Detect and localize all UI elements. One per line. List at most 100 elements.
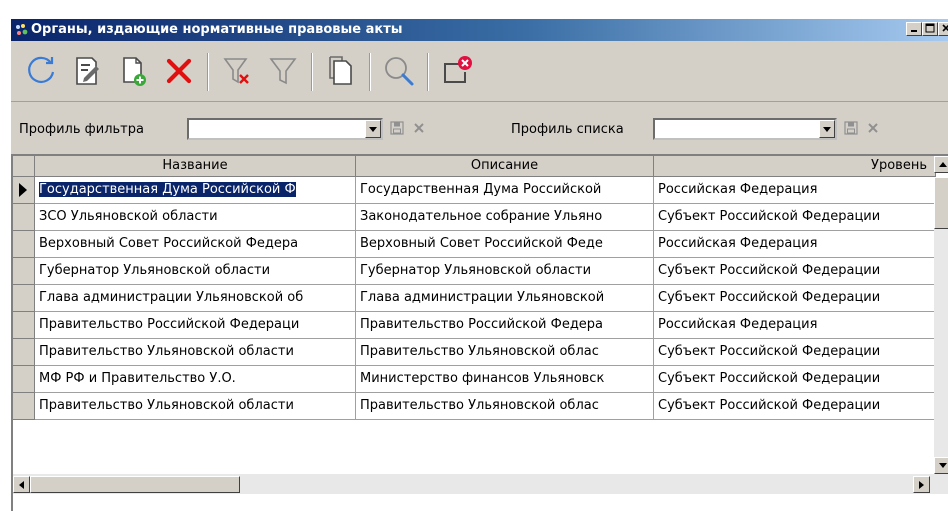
cell-name[interactable]: МФ РФ и Правительство У.О. xyxy=(35,366,356,393)
table-row[interactable]: Правительство Российской Федераци Правите… xyxy=(13,312,948,339)
refresh-button[interactable] xyxy=(19,49,63,93)
cell-description[interactable]: Законодательное собрание Ульяно xyxy=(356,204,654,231)
arrow-right-icon xyxy=(919,480,924,489)
row-indicator[interactable] xyxy=(13,393,35,420)
cell-level[interactable]: Субъект Российской Федерации xyxy=(654,366,936,393)
vertical-scroll-thumb[interactable] xyxy=(934,177,948,229)
row-indicator[interactable] xyxy=(13,258,35,285)
edit-button[interactable] xyxy=(65,49,109,93)
table-row[interactable]: Губернатор Ульяновской области Губернатор… xyxy=(13,258,948,285)
cell-text: Правительство Российской Федера xyxy=(360,317,604,332)
cell-text: Губернатор Ульяновской области xyxy=(39,263,271,278)
clear-filter-button[interactable] xyxy=(215,49,259,93)
search-icon xyxy=(385,57,414,86)
cell-description[interactable]: Глава администрации Ульяновской xyxy=(356,285,654,312)
new-document-button[interactable] xyxy=(111,49,155,93)
maximize-button[interactable] xyxy=(922,22,938,36)
edit-icon xyxy=(76,57,99,85)
title-bar[interactable]: Органы, издающие нормативные правовые ак… xyxy=(11,19,948,41)
cell-description[interactable]: Губернатор Ульяновской области xyxy=(356,258,654,285)
cell-name[interactable]: Верховный Совет Российской Федера xyxy=(35,231,356,258)
cell-name[interactable]: Правительство Ульяновской области xyxy=(35,339,356,366)
cell-name[interactable]: Правительство Ульяновской области xyxy=(35,393,356,420)
filter-bar: Профиль фильтра Профиль списка xyxy=(11,111,948,147)
copy-button[interactable] xyxy=(319,49,363,93)
main-window: Органы, издающие нормативные правовые ак… xyxy=(10,18,948,511)
toolbar xyxy=(11,43,948,102)
cell-description[interactable]: Правительство Ульяновской облас xyxy=(356,339,654,366)
search-button[interactable] xyxy=(377,49,421,93)
cell-text: МФ РФ и Правительство У.О. xyxy=(39,371,236,386)
cell-description[interactable]: Министерство финансов Ульяновск xyxy=(356,366,654,393)
cell-text: Субъект Российской Федерации xyxy=(658,344,881,359)
cell-name[interactable]: ЗСО Ульяновской области xyxy=(35,204,356,231)
arrow-left-icon xyxy=(19,480,24,489)
cell-name[interactable]: Губернатор Ульяновской области xyxy=(35,258,356,285)
table-row[interactable]: Государственная Дума Российской Ф Государ… xyxy=(13,177,948,204)
row-indicator[interactable] xyxy=(13,339,35,366)
row-indicator[interactable] xyxy=(13,366,35,393)
vertical-scrollbar[interactable] xyxy=(934,156,948,474)
cell-name[interactable]: Государственная Дума Российской Ф xyxy=(35,177,356,204)
table-row[interactable]: МФ РФ и Правительство У.О. Министерство ф… xyxy=(13,366,948,393)
cell-text: Государственная Дума Российской Ф xyxy=(39,182,296,197)
cell-name[interactable]: Правительство Российской Федераци xyxy=(35,312,356,339)
close-window-button[interactable] xyxy=(435,49,479,93)
minimize-button[interactable] xyxy=(906,22,922,36)
table-row[interactable]: Правительство Ульяновской области Правите… xyxy=(13,393,948,420)
column-header-level[interactable]: Уровень xyxy=(654,156,936,177)
cell-description[interactable]: Правительство Российской Федера xyxy=(356,312,654,339)
cell-level[interactable]: Субъект Российской Федерации xyxy=(654,258,936,285)
data-grid: Название Описание Уровень Государственна… xyxy=(11,154,948,511)
close-button[interactable] xyxy=(938,22,948,36)
cell-text: Глава администрации Ульяновской xyxy=(360,290,605,305)
list-profile-combo[interactable] xyxy=(653,118,837,140)
scroll-up-button[interactable] xyxy=(934,156,948,173)
cell-text: Правительство Ульяновской области xyxy=(39,344,294,359)
save-icon xyxy=(390,121,404,135)
filter-button[interactable] xyxy=(261,49,305,93)
row-indicator[interactable] xyxy=(13,285,35,312)
cell-description[interactable]: Правительство Ульяновской облас xyxy=(356,393,654,420)
filter-profile-dropdown-button[interactable] xyxy=(365,120,381,138)
column-header-description[interactable]: Описание xyxy=(356,156,654,177)
scroll-left-button[interactable] xyxy=(13,476,30,493)
cell-name[interactable]: Глава администрации Ульяновской об xyxy=(35,285,356,312)
save-list-profile-button[interactable] xyxy=(843,120,859,136)
cell-description[interactable]: Государственная Дума Российской xyxy=(356,177,654,204)
scroll-down-button[interactable] xyxy=(934,457,948,474)
horizontal-scrollbar[interactable] xyxy=(13,474,948,494)
row-indicator[interactable] xyxy=(13,312,35,339)
delete-list-profile-button[interactable] xyxy=(865,120,881,136)
column-header-name[interactable]: Название xyxy=(35,156,356,177)
row-indicator[interactable] xyxy=(13,231,35,258)
save-filter-profile-button[interactable] xyxy=(389,120,405,136)
filter-profile-label: Профиль фильтра xyxy=(19,122,144,137)
delete-button[interactable] xyxy=(157,49,201,93)
table-row[interactable]: Правительство Ульяновской области Правите… xyxy=(13,339,948,366)
cell-level[interactable]: Субъект Российской Федерации xyxy=(654,393,936,420)
horizontal-scroll-thumb[interactable] xyxy=(30,476,240,493)
delete-profile-icon xyxy=(868,123,878,133)
filter-profile-combo[interactable] xyxy=(187,118,383,140)
cell-text: Глава администрации Ульяновской об xyxy=(39,290,304,305)
cell-level[interactable]: Российская Федерация xyxy=(654,231,936,258)
table-row[interactable]: ЗСО Ульяновской области Законодательное с… xyxy=(13,204,948,231)
cell-level[interactable]: Субъект Российской Федерации xyxy=(654,204,936,231)
toolbar-separator xyxy=(207,53,209,91)
copy-icon xyxy=(329,56,352,85)
cell-text: Правительство Российской Федераци xyxy=(39,317,300,332)
cell-level[interactable]: Субъект Российской Федерации xyxy=(654,339,936,366)
table-row[interactable]: Верховный Совет Российской Федера Верховн… xyxy=(13,231,948,258)
cell-level[interactable]: Российская Федерация xyxy=(654,177,936,204)
delete-filter-profile-button[interactable] xyxy=(411,120,427,136)
cell-text: ЗСО Ульяновской области xyxy=(39,209,218,224)
row-indicator[interactable] xyxy=(13,177,35,204)
row-indicator[interactable] xyxy=(13,204,35,231)
scroll-right-button[interactable] xyxy=(913,476,930,493)
cell-description[interactable]: Верховный Совет Российской Феде xyxy=(356,231,654,258)
list-profile-dropdown-button[interactable] xyxy=(819,120,835,138)
table-row[interactable]: Глава администрации Ульяновской об Глава … xyxy=(13,285,948,312)
cell-level[interactable]: Российская Федерация xyxy=(654,312,936,339)
cell-level[interactable]: Субъект Российской Федерации xyxy=(654,285,936,312)
